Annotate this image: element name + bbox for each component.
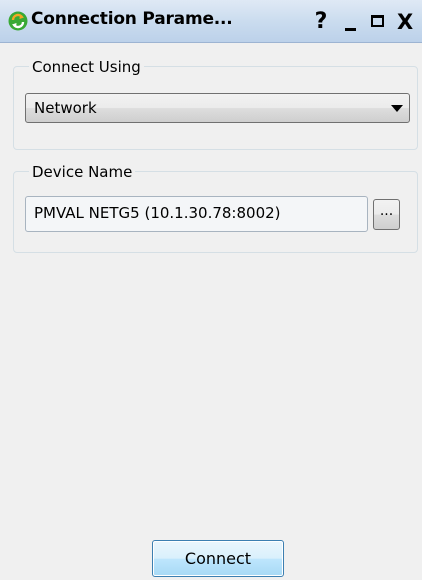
browse-device-button[interactable]: ...	[373, 199, 400, 230]
window-title: Connection Parame...	[31, 9, 233, 29]
device-name-label: Device Name	[29, 163, 136, 181]
connection-parameters-window: Connection Parame... ? X Connect Using N…	[0, 0, 422, 580]
connect-using-label: Connect Using	[29, 58, 144, 76]
maximize-icon	[371, 15, 384, 27]
minimize-button[interactable]	[342, 12, 364, 34]
connect-button[interactable]: Connect	[152, 540, 284, 577]
device-name-value: PMVAL NETG5 (10.1.30.78:8002)	[34, 204, 281, 222]
close-button[interactable]: X	[397, 12, 419, 34]
minimize-icon	[345, 28, 356, 31]
maximize-button[interactable]	[369, 12, 391, 34]
connect-using-dropdown[interactable]: Network	[25, 93, 410, 123]
help-button[interactable]: ?	[310, 11, 332, 34]
title-bar[interactable]: Connection Parame... ? X	[0, 0, 422, 43]
refresh-connection-icon	[8, 11, 28, 31]
connect-using-value: Network	[34, 99, 97, 117]
chevron-down-icon[interactable]	[391, 105, 403, 112]
device-name-field[interactable]: PMVAL NETG5 (10.1.30.78:8002)	[25, 196, 368, 232]
